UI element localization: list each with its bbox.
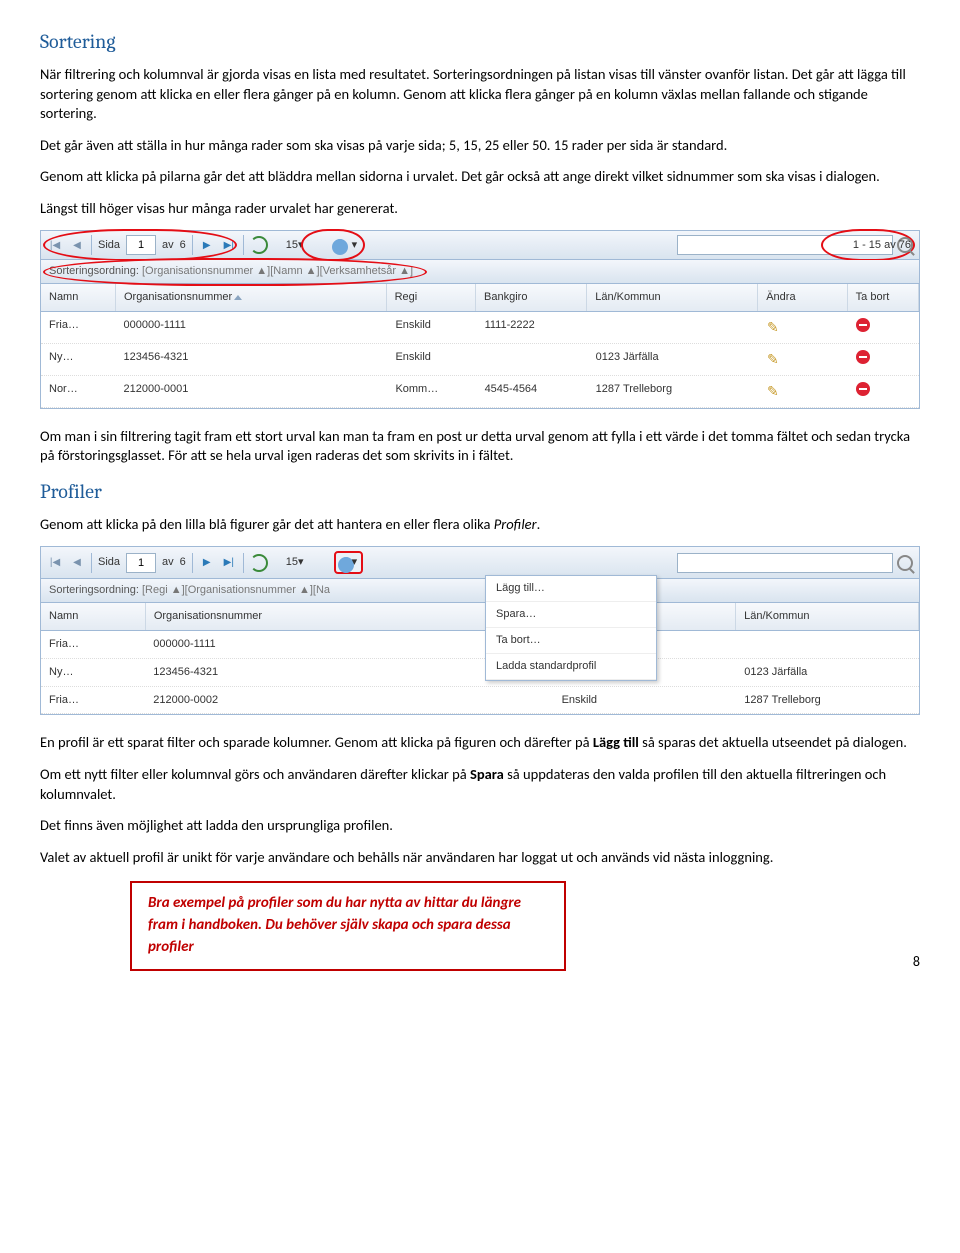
toolbar: |◀ ◀ Sida av 6 ▶ ▶| 15▾ ▾ Lägg till… Spa… [41,547,919,579]
para: Valet av aktuell profil är unikt för var… [40,848,920,868]
profile-icon [340,557,352,569]
table-row[interactable]: Nor…212000-0001Komm…4545-45641287 Trelle… [41,376,919,408]
para: Det går även att ställa in hur många rad… [40,136,920,156]
heading-sortering: Sortering [40,28,920,55]
delete-icon[interactable] [856,382,870,396]
para: Genom att klicka på den lilla blå figure… [40,515,920,535]
table-row[interactable]: Ny…123456-4321Enskild0123 Järfälla✎ [41,344,919,376]
nav-last-icon[interactable]: ▶| [221,237,237,253]
column-headers[interactable]: Namn Organisationsnummer Län/Kommun [41,603,919,631]
profile-icon[interactable] [334,239,346,251]
col-namn: Namn [41,284,116,311]
sort-order-row: Sorteringsordning: [Regi ▲][Organisation… [41,579,919,603]
profile-menu: Lägg till… Spara… Ta bort… Ladda standar… [485,575,657,680]
para: Om man i sin filtrering tagit fram ett s… [40,427,920,466]
sida-label: Sida [98,555,120,570]
page-input[interactable] [126,553,156,573]
search-input[interactable] [677,553,893,573]
menu-save[interactable]: Spara… [486,602,656,628]
menu-load-default[interactable]: Ladda standardprofil [486,654,656,680]
heading-profiler: Profiler [40,478,920,505]
edit-icon[interactable]: ✎ [767,383,779,399]
col-namn: Namn [41,603,146,630]
para: Genom att klicka på pilarna går det att … [40,167,920,187]
table-row[interactable]: Fria…212000-0002Enskild1287 Trelleborg [41,687,919,715]
col-regi: Regi [387,284,476,311]
edit-icon[interactable]: ✎ [767,351,779,367]
col-lan: Län/Kommun [736,603,919,630]
table-row[interactable]: Ny…123456-4321Enskild0123 Järfälla [41,659,919,687]
table-row[interactable]: Fria…000000-1111Enskild1111-2222✎ [41,312,919,344]
row-counter: 1 - 15 av 76 [853,238,911,253]
col-lan: Län/Kommun [587,284,758,311]
callout-box: Bra exempel på profiler som du har nytta… [130,881,566,970]
sort-asc-icon [234,295,242,300]
sida-label: Sida [98,238,120,253]
page-number: 8 [913,953,920,972]
menu-delete[interactable]: Ta bort… [486,628,656,654]
grid-profiler: |◀ ◀ Sida av 6 ▶ ▶| 15▾ ▾ Lägg till… Spa… [40,546,920,715]
menu-add[interactable]: Lägg till… [486,576,656,602]
grid-sortering: |◀ ◀ Sida av 6 ▶ ▶| 15▾ ▾ 1 - 15 av 76 S… [40,230,920,408]
col-tabort: Ta bort [848,284,919,311]
page-input[interactable] [126,235,156,255]
refresh-icon[interactable] [250,554,268,572]
para: Det finns även möjlighet att ladda den u… [40,816,920,836]
para: När filtrering och kolumnval är gjorda v… [40,65,920,124]
nav-prev-icon[interactable]: ◀ [69,237,85,253]
col-andra: Ändra [758,284,847,311]
nav-first-icon[interactable]: |◀ [47,555,63,571]
nav-last-icon[interactable]: ▶| [221,555,237,571]
table-row[interactable]: Fria…000000-1111Enskild [41,631,919,659]
delete-icon[interactable] [856,350,870,364]
toolbar: |◀ ◀ Sida av 6 ▶ ▶| 15▾ ▾ 1 - 15 av 76 [41,231,919,260]
col-bankgiro: Bankgiro [476,284,587,311]
sort-order-row: Sorteringsordning: [Organisationsnummer … [41,260,919,284]
profile-button[interactable]: ▾ [334,551,364,574]
para: Längst till höger visas hur många rader … [40,199,920,219]
search-icon[interactable] [897,555,913,571]
nav-next-icon[interactable]: ▶ [199,237,215,253]
av-label: av [162,555,174,570]
page-size-select[interactable]: 15▾ [286,238,304,253]
nav-next-icon[interactable]: ▶ [199,555,215,571]
nav-prev-icon[interactable]: ◀ [69,555,85,571]
total-pages: 6 [180,555,186,570]
page-size-select[interactable]: 15▾ [286,555,304,570]
column-headers[interactable]: Namn Organisationsnummer Regi Bankgiro L… [41,284,919,312]
av-label: av [162,238,174,253]
edit-icon[interactable]: ✎ [767,319,779,335]
col-org: Organisationsnummer [116,284,387,311]
nav-first-icon[interactable]: |◀ [47,237,63,253]
total-pages: 6 [180,238,186,253]
para: En profil är ett sparat filter och spara… [40,733,920,753]
refresh-icon[interactable] [250,236,268,254]
para: Om ett nytt filter eller kolumnval görs … [40,765,920,804]
delete-icon[interactable] [856,318,870,332]
